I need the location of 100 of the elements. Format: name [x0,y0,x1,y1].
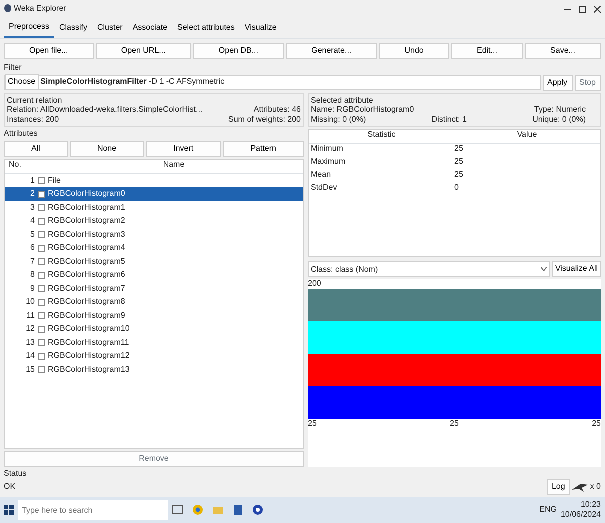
clock-time: 10:23 [580,500,601,510]
toolbar-button[interactable]: Open URL... [96,43,192,59]
taskbar-search-field[interactable]: Type here to search [18,500,168,520]
column-header: No. [8,160,22,171]
attribute-row[interactable]: 4 RGBColorHistogram2 [5,214,303,228]
row-number: 9 [30,284,35,294]
tab[interactable]: Preprocess [4,18,54,38]
attribute-name: RGBColorHistogram13 [48,364,130,375]
axis-label: 25 [308,418,317,429]
row-number: 14 [25,351,35,362]
tab[interactable]: Visualize [240,18,282,38]
checkbox[interactable] [38,218,45,225]
attribute-name: RGBColorHistogram12 [48,351,130,362]
statistic-value: 25 [454,144,464,156]
checkbox[interactable] [38,312,45,320]
attribute-name: RGBColorHistogram10 [48,324,130,334]
checkbox[interactable] [38,339,45,346]
unique-count: Unique: 0 (0%) [532,114,586,124]
statistic-value: 25 [454,157,464,168]
tab[interactable]: Associate [128,18,173,38]
section-heading: Current relation [7,96,64,106]
attribute-name: RGBColorHistogram5 [48,256,126,267]
axis-label: 25 [592,418,601,429]
checkbox[interactable] [38,326,45,333]
log-button[interactable]: Log [546,479,570,495]
row-number: 5 [30,230,35,240]
app-icon [4,3,12,15]
instances-count: Instances: 200 [7,114,60,124]
toolbar-button[interactable]: Open DB... [193,43,284,59]
attribute-filter-button[interactable]: Invert [146,140,222,157]
attribute-row[interactable]: 15 RGBColorHistogram13 [5,362,303,376]
section-heading: Attributes [4,129,39,139]
filter-field[interactable]: Choose SimpleColorHistogramFilter -D 1 -C AFSymmetric [4,74,541,90]
toolbar-button[interactable]: Generate... [286,43,378,59]
axis-label: 25 [450,418,459,429]
toolbar-button[interactable]: Undo [379,43,450,59]
status-text: OK [4,482,16,492]
filter-text: SimpleColorHistogramFilter -D 1 -C AFSymmetric [40,77,225,87]
class-dropdown[interactable]: Class: class (Nom) [308,261,550,278]
row-number: 8 [30,270,35,280]
relation-text: Relation: AllDownloaded-weka.filters.SimpleColorHist... [7,105,203,115]
attribute-name: RGBColorHistogram3 [48,230,126,240]
toolbar-button[interactable]: Open file... [4,43,94,59]
row-number: 6 [30,243,35,254]
attribute-row[interactable]: 9 RGBColorHistogram7 [5,282,303,296]
statistic-name: StdDev [310,183,338,194]
checkbox[interactable] [38,177,45,184]
attribute-name: RGBColorHistogram11 [48,338,130,348]
attribute-row[interactable]: 7 RGBColorHistogram5 [5,254,303,268]
attribute-row[interactable]: 8 RGBColorHistogram6 [5,268,303,282]
checkbox[interactable] [38,190,45,198]
attribute-name: Name: RGBColorHistogram0 [311,105,414,115]
row-number: 10 [25,297,35,308]
checkbox[interactable] [38,244,45,252]
attribute-row[interactable]: 2 RGBColorHistogram0 [5,187,303,201]
attribute-row[interactable]: 14 RGBColorHistogram12 [5,349,303,363]
checkbox[interactable] [38,204,45,212]
attribute-name: RGBColorHistogram6 [48,270,126,280]
window-title: Weka Explorer [14,4,66,14]
attribute-row[interactable]: 12 RGBColorHistogram10 [5,322,303,336]
checkbox[interactable] [38,231,45,238]
column-header: Statistic [366,130,397,142]
checkbox[interactable] [38,258,45,266]
row-number: 2 [30,189,35,200]
row-number: 3 [30,202,35,213]
toolbar-button[interactable]: Save... [525,43,602,59]
row-number: 1 [30,176,35,186]
attributes-count: Attributes: 46 [254,105,301,115]
checkbox[interactable] [38,272,45,279]
checkbox[interactable] [38,352,45,360]
attribute-row[interactable]: 13 RGBColorHistogram11 [5,336,303,350]
attribute-row[interactable]: 11 RGBColorHistogram9 [5,308,303,322]
close-icon[interactable] [594,6,601,12]
tab[interactable]: Select attributes [172,18,240,38]
attribute-filter-button[interactable]: Pattern [223,140,304,157]
attribute-row[interactable]: 1 File [5,174,303,188]
attribute-filter-button[interactable]: None [70,140,144,157]
attribute-filter-button[interactable]: All [4,140,68,157]
checkbox[interactable] [38,285,45,292]
windows-start-icon[interactable] [4,505,14,515]
attribute-row[interactable]: 10 RGBColorHistogram8 [5,295,303,309]
visualize-all-button[interactable]: Visualize All [552,261,601,278]
attribute-name: RGBColorHistogram2 [48,216,126,226]
checkbox[interactable] [38,298,45,306]
tab[interactable]: Cluster [92,18,128,38]
apply-button[interactable]: Apply [542,74,573,91]
checkbox[interactable] [38,366,45,374]
attribute-name: RGBColorHistogram4 [48,243,126,254]
task-count: x 0 [590,482,601,492]
toolbar-button[interactable]: Edit... [451,43,523,59]
choose-button[interactable]: Choose [5,74,39,90]
tab[interactable]: Classify [54,18,92,38]
attribute-row[interactable]: 3 RGBColorHistogram1 [5,200,303,214]
attribute-row[interactable]: 5 RGBColorHistogram3 [5,228,303,242]
maximize-icon[interactable] [579,6,586,12]
column-header: Name [162,160,186,171]
attribute-row[interactable]: 6 RGBColorHistogram4 [5,241,303,255]
section-heading: Status [4,469,28,479]
bird-icon [572,482,588,492]
remove-button[interactable]: Remove [4,451,304,468]
